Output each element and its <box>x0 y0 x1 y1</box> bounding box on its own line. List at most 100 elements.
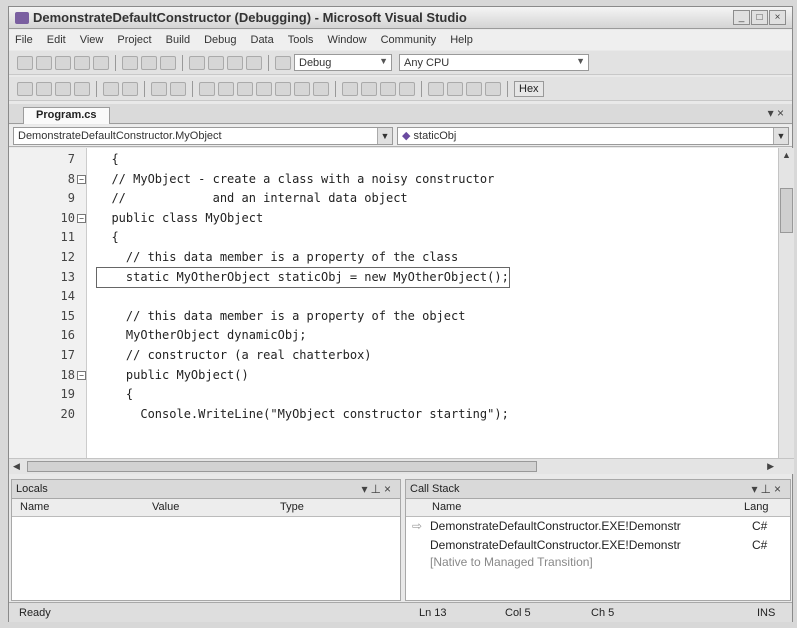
menu-file[interactable]: File <box>15 34 33 46</box>
members-combo[interactable]: ◆ staticObj ▼ <box>397 127 789 145</box>
call-stack-row[interactable]: ⇨ DemonstrateDefaultConstructor.EXE!Demo… <box>406 517 790 536</box>
comment-icon[interactable] <box>151 81 167 96</box>
collapse-icon[interactable]: − <box>77 370 86 380</box>
uncomment-icon[interactable] <box>170 81 186 96</box>
menu-window[interactable]: Window <box>327 34 366 46</box>
restart-icon[interactable] <box>399 81 415 96</box>
scroll-right-icon[interactable]: ▶ <box>767 461 774 472</box>
navigate-forward-icon[interactable] <box>246 55 262 70</box>
code-line[interactable]: 7 { <box>9 150 769 170</box>
navigate-backward-icon[interactable] <box>227 55 243 70</box>
undo-icon[interactable] <box>189 55 205 70</box>
copy-icon[interactable] <box>141 55 157 70</box>
paste-icon[interactable] <box>160 55 176 70</box>
code-line[interactable]: 18− public MyObject() <box>9 366 769 386</box>
code-line[interactable]: 17 // constructor (a real chatterbox) <box>9 346 769 366</box>
vertical-scroll-thumb[interactable] <box>780 188 793 233</box>
solution-platform-combo[interactable]: Any CPU ▼ <box>399 54 589 71</box>
step-over-icon[interactable] <box>466 81 482 96</box>
menu-community[interactable]: Community <box>381 34 437 46</box>
code-line[interactable]: 12 // this data member is a property of … <box>9 248 769 268</box>
redo-icon[interactable] <box>208 55 224 70</box>
scroll-up-icon[interactable]: ▲ <box>782 150 791 160</box>
locals-col-value[interactable]: Value <box>152 501 179 513</box>
step-into-icon[interactable] <box>447 81 463 96</box>
bookmark-next-icon[interactable] <box>237 81 253 96</box>
title-bar[interactable]: DemonstrateDefaultConstructor (Debugging… <box>9 7 792 29</box>
locals-col-type[interactable]: Type <box>280 501 304 513</box>
step-out-icon[interactable] <box>485 81 501 96</box>
menu-build[interactable]: Build <box>166 34 190 46</box>
cut-icon[interactable] <box>122 55 138 70</box>
menu-project[interactable]: Project <box>117 34 151 46</box>
hex-display-button[interactable]: Hex <box>514 80 544 97</box>
maximize-icon[interactable]: □ <box>751 10 768 25</box>
vertical-scrollbar[interactable]: ▲ <box>778 148 794 458</box>
code-line[interactable]: 10− public class MyObject <box>9 209 769 229</box>
collapse-icon[interactable]: − <box>77 174 86 184</box>
add-item-icon[interactable] <box>36 55 52 70</box>
pane-menu-icon[interactable]: ▾ <box>752 482 761 496</box>
solution-configuration-combo[interactable]: Debug ▼ <box>294 54 392 71</box>
code-line[interactable]: 20 Console.WriteLine("MyObject construct… <box>9 405 769 425</box>
horizontal-scrollbar[interactable]: ◀ ▶ <box>9 458 794 474</box>
code-editor[interactable]: 7 {8− // MyObject - create a class with … <box>9 148 794 474</box>
call-stack-col-lang[interactable]: Lang <box>744 501 768 513</box>
break-all-icon[interactable] <box>361 81 377 96</box>
code-line[interactable]: 15 // this data member is a property of … <box>9 307 769 327</box>
tab-list-icon[interactable]: ▾ <box>768 106 774 120</box>
code-line[interactable]: 8− // MyObject - create a class with a n… <box>9 170 769 190</box>
horizontal-scroll-thumb[interactable] <box>27 461 537 472</box>
code-line[interactable]: 11 { <box>9 228 769 248</box>
close-icon[interactable]: × <box>774 482 784 496</box>
code-line[interactable]: 16 MyOtherObject dynamicObj; <box>9 326 769 346</box>
collapse-icon[interactable]: − <box>77 213 86 223</box>
bookmark-previous-icon[interactable] <box>218 81 234 96</box>
decrease-indent-icon[interactable] <box>103 81 119 96</box>
locals-title-bar[interactable]: Locals ▾⊥× <box>12 480 400 499</box>
word-complete-icon[interactable] <box>74 81 90 96</box>
pin-icon[interactable]: ⊥ <box>761 482 774 496</box>
menu-debug[interactable]: Debug <box>204 34 236 46</box>
close-icon[interactable]: × <box>384 482 394 496</box>
open-file-icon[interactable] <box>55 55 71 70</box>
bookmark-clear-icon[interactable] <box>256 81 272 96</box>
menu-edit[interactable]: Edit <box>47 34 66 46</box>
save-icon[interactable] <box>74 55 90 70</box>
continue-icon[interactable] <box>342 81 358 96</box>
close-document-icon[interactable]: × <box>777 106 784 120</box>
stop-debugging-icon[interactable] <box>380 81 396 96</box>
new-project-icon[interactable] <box>17 55 33 70</box>
tab-program-cs[interactable]: Program.cs <box>23 107 110 124</box>
code-line[interactable]: 13 static MyOtherObject staticObj = new … <box>9 266 769 289</box>
code-line[interactable]: 9 // and an internal data object <box>9 189 769 209</box>
start-debugging-icon[interactable] <box>275 55 291 70</box>
quick-info-icon[interactable] <box>36 81 52 96</box>
menu-view[interactable]: View <box>80 34 104 46</box>
minimize-icon[interactable]: _ <box>733 10 750 25</box>
pin-icon[interactable]: ⊥ <box>371 482 384 496</box>
scroll-left-icon[interactable]: ◀ <box>13 461 20 472</box>
show-next-statement-icon[interactable] <box>428 81 444 96</box>
code-line[interactable]: 19 { <box>9 385 769 405</box>
menu-tools[interactable]: Tools <box>288 34 314 46</box>
code-line[interactable]: 14 <box>9 287 769 307</box>
types-combo[interactable]: DemonstrateDefaultConstructor.MyObject ▼ <box>13 127 393 145</box>
bookmark-folder-icon[interactable] <box>275 81 291 96</box>
call-stack-row[interactable]: [Native to Managed Transition] <box>406 555 790 569</box>
call-stack-col-name[interactable]: Name <box>432 501 461 513</box>
parameter-info-icon[interactable] <box>55 81 71 96</box>
close-icon[interactable]: × <box>769 10 786 25</box>
call-stack-row[interactable]: DemonstrateDefaultConstructor.EXE!Demons… <box>406 536 790 555</box>
bookmark-folder-prev-icon[interactable] <box>313 81 329 96</box>
locals-col-name[interactable]: Name <box>20 501 49 513</box>
menu-data[interactable]: Data <box>251 34 274 46</box>
call-stack-title-bar[interactable]: Call Stack ▾⊥× <box>406 480 790 499</box>
find-icon[interactable] <box>17 81 33 96</box>
pane-menu-icon[interactable]: ▾ <box>362 482 371 496</box>
save-all-icon[interactable] <box>93 55 109 70</box>
increase-indent-icon[interactable] <box>122 81 138 96</box>
bookmark-toggle-icon[interactable] <box>199 81 215 96</box>
bookmark-folder-next-icon[interactable] <box>294 81 310 96</box>
menu-help[interactable]: Help <box>450 34 473 46</box>
